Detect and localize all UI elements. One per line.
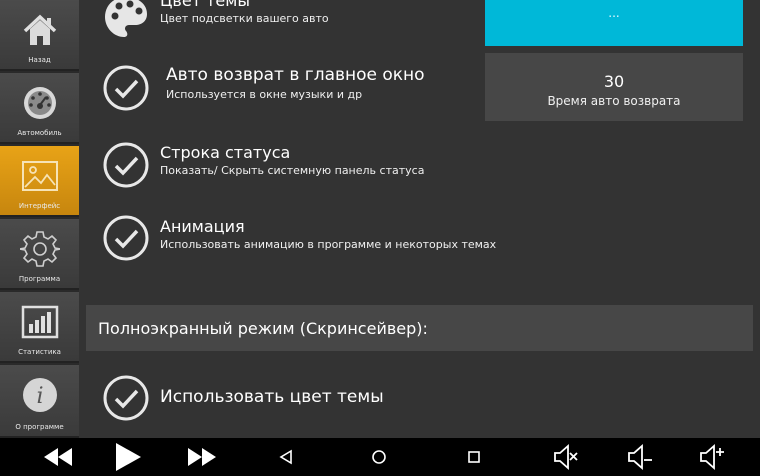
- back-icon: [279, 449, 292, 465]
- volume-mute-icon: [554, 444, 578, 470]
- sidebar-item-about[interactable]: i О программе: [0, 365, 79, 438]
- checkbox-checked-icon[interactable]: [103, 142, 149, 188]
- theme-color-button-label: ...: [608, 6, 620, 20]
- android-home-button[interactable]: [365, 438, 393, 476]
- home-icon: [23, 14, 56, 45]
- fast-forward-button[interactable]: [182, 438, 222, 476]
- setting-title: Использовать цвет темы: [160, 387, 384, 407]
- image-icon: [21, 161, 58, 191]
- palette-icon: [105, 0, 147, 37]
- setting-description: Показать/ Скрыть системную панель статус…: [160, 164, 425, 177]
- sidebar-item-label: Автомобиль: [17, 129, 62, 137]
- rewind-icon: [44, 448, 72, 466]
- setting-description: Цвет подсветки вашего авто: [160, 12, 329, 25]
- setting-auto-return[interactable]: Авто возврат в главное окно Используется…: [79, 60, 479, 120]
- checkbox-checked-icon[interactable]: [103, 215, 149, 261]
- volume-down-icon: [628, 444, 652, 470]
- setting-animation[interactable]: Анимация Использовать анимацию в програм…: [79, 212, 519, 272]
- system-navbar: [0, 438, 760, 476]
- sidebar-item-back[interactable]: Назад: [0, 0, 79, 71]
- android-back-button[interactable]: [272, 438, 300, 476]
- sidebar-item-label: Назад: [28, 56, 51, 64]
- android-recents-button[interactable]: [460, 438, 488, 476]
- gear-icon: [19, 231, 60, 267]
- auto-return-time-value: 30: [603, 72, 625, 91]
- volume-up-button[interactable]: [694, 438, 730, 476]
- setting-title: Авто возврат в главное окно: [166, 65, 425, 85]
- volume-mute-button[interactable]: [548, 438, 584, 476]
- rewind-button[interactable]: [38, 438, 78, 476]
- sidebar-item-program[interactable]: Программа: [0, 219, 79, 290]
- section-title: Полноэкранный режим (Скринсейвер):: [98, 318, 428, 338]
- svg-text:i: i: [36, 384, 43, 409]
- play-button[interactable]: [108, 438, 148, 476]
- auto-return-time-label: Время авто возврата: [547, 94, 681, 108]
- play-icon: [116, 443, 141, 471]
- bar-chart-icon: [21, 305, 58, 339]
- info-icon: i: [22, 378, 57, 412]
- recents-icon: [468, 451, 480, 463]
- sidebar-item-label: Программа: [18, 275, 61, 283]
- fast-forward-icon: [188, 448, 216, 466]
- settings-panel: Цвет темы Цвет подсветки вашего авто ...…: [79, 0, 760, 438]
- auto-return-time-box[interactable]: 30 Время авто возврата: [485, 53, 743, 121]
- checkbox-checked-icon[interactable]: [103, 65, 149, 111]
- sidebar-item-interface[interactable]: Интерфейс: [0, 146, 79, 217]
- speedometer-icon: [23, 87, 56, 119]
- volume-down-button[interactable]: [622, 438, 658, 476]
- setting-use-theme-color[interactable]: Использовать цвет темы: [79, 372, 479, 432]
- sidebar-item-label: О программе: [15, 423, 64, 431]
- setting-status-bar[interactable]: Строка статуса Показать/ Скрыть системну…: [79, 138, 499, 198]
- setting-description: Используется в окне музыки и др: [166, 88, 363, 101]
- setting-description: Использовать анимацию в программе и неко…: [160, 238, 497, 251]
- sidebar-item-label: Интерфейс: [18, 202, 61, 210]
- sidebar-item-vehicle[interactable]: Автомобиль: [0, 73, 79, 144]
- sidebar: Назад Автомобиль Интерфейс Программа Ста…: [0, 0, 79, 438]
- checkbox-checked-icon[interactable]: [103, 375, 149, 421]
- setting-title: Строка статуса: [160, 143, 291, 162]
- volume-up-icon: [700, 444, 724, 470]
- section-header-screensaver: Полноэкранный режим (Скринсейвер):: [86, 305, 753, 351]
- sidebar-item-label: Статистика: [18, 348, 61, 356]
- home-circle-icon: [372, 450, 386, 464]
- setting-theme-color[interactable]: Цвет темы Цвет подсветки вашего авто: [79, 0, 479, 60]
- sidebar-item-statistics[interactable]: Статистика: [0, 292, 79, 363]
- setting-title: Цвет темы: [160, 0, 250, 10]
- setting-title: Анимация: [160, 217, 245, 236]
- theme-color-button[interactable]: ...: [485, 0, 743, 46]
